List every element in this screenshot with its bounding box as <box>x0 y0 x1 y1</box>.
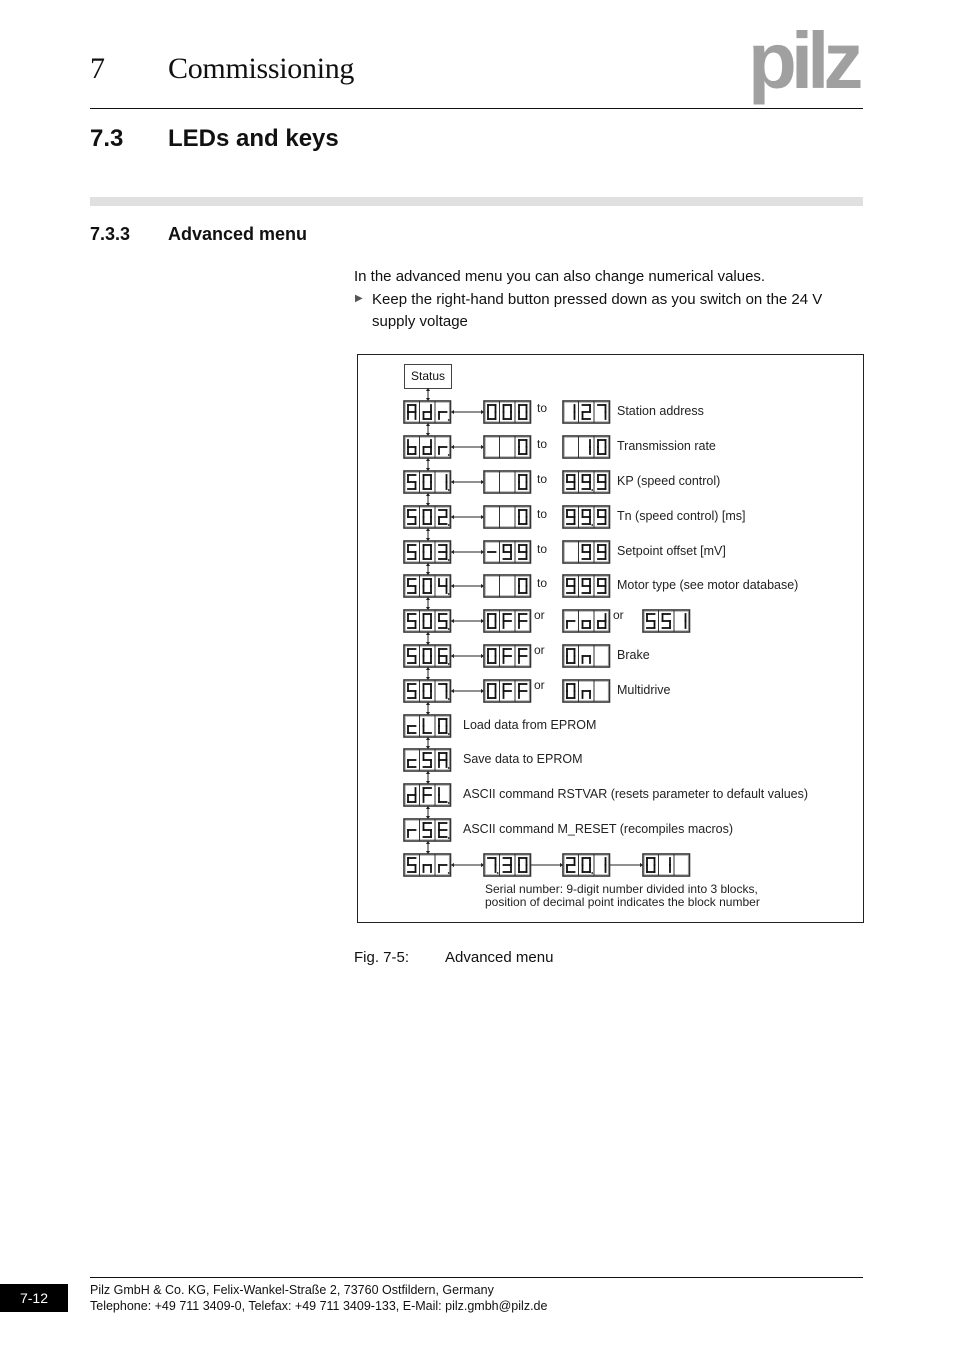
arrowhead-icon <box>451 862 454 868</box>
range-to-display <box>562 540 611 564</box>
menu-code-display <box>403 470 452 494</box>
range-separator: to <box>537 401 548 415</box>
range-to-display <box>562 644 611 668</box>
footer-address: Pilz GmbH & Co. KG, Felix-Wankel-Straße … <box>90 1283 494 1297</box>
parameter-description: Brake <box>617 648 650 662</box>
parameter-description: Motor type (see motor database) <box>617 578 799 592</box>
range-to-display <box>562 679 611 703</box>
parameter-description: Tn (speed control) [ms] <box>617 509 746 523</box>
range-to-display <box>562 505 611 529</box>
menu-code-display <box>403 400 452 424</box>
range-from-display <box>483 435 532 459</box>
range-separator: or <box>534 678 545 692</box>
figure-caption-title: Advanced menu <box>445 949 554 966</box>
range-from-display <box>483 470 532 494</box>
range-to-display <box>562 609 611 633</box>
arrowhead-icon <box>451 688 454 694</box>
menu-code-display <box>403 609 452 633</box>
serial-note-line-1: Serial number: 9-digit number divided in… <box>485 882 758 896</box>
arrowhead-icon <box>451 479 454 485</box>
menu-code-display <box>403 505 452 529</box>
option-separator: or <box>613 608 624 622</box>
parameter-description: Transmission rate <box>617 439 716 453</box>
parameter-description: KP (speed control) <box>617 474 721 488</box>
menu-code-display <box>403 853 452 877</box>
range-to-display <box>562 574 611 598</box>
menu-code-display <box>403 679 452 703</box>
range-separator: to <box>537 576 548 590</box>
range-from-display <box>483 609 532 633</box>
range-separator: to <box>537 507 548 521</box>
range-from-display <box>483 400 532 424</box>
range-from-display <box>483 574 532 598</box>
arrowhead-icon <box>451 549 454 555</box>
range-from-display <box>483 540 532 564</box>
menu-code-display <box>403 644 452 668</box>
command-description: ASCII command RSTVAR (resets parameter t… <box>463 787 809 801</box>
menu-code-display <box>403 435 452 459</box>
parameter-description: Setpoint offset [mV] <box>617 544 726 558</box>
serial-note-line-2: position of decimal point indicates the … <box>485 895 760 909</box>
footer-rule <box>90 1277 863 1278</box>
range-separator: to <box>537 542 548 556</box>
range-to-display <box>562 470 611 494</box>
arrowhead-icon <box>451 514 454 520</box>
range-from-display <box>483 644 532 668</box>
arrowhead-icon <box>451 653 454 659</box>
range-from-display <box>483 505 532 529</box>
arrowhead-icon <box>425 388 431 391</box>
menu-code-display <box>403 714 452 738</box>
serial-block-2 <box>562 853 611 877</box>
command-description: Save data to EPROM <box>463 752 583 766</box>
command-description: ASCII command M_RESET (recompiles macros… <box>463 822 733 836</box>
option-display <box>642 609 691 633</box>
serial-block-3 <box>642 853 691 877</box>
footer-contact: Telephone: +49 711 3409-0, Telefax: +49 … <box>90 1299 548 1313</box>
menu-diagram <box>403 388 691 877</box>
arrowhead-icon <box>451 409 454 415</box>
arrowhead-icon <box>451 583 454 589</box>
range-separator: to <box>537 472 548 486</box>
menu-code-display <box>403 818 452 842</box>
range-to-display <box>562 435 611 459</box>
range-separator: to <box>537 437 548 451</box>
parameter-description: Multidrive <box>617 683 671 697</box>
menu-code-display <box>403 748 452 772</box>
arrowhead-icon <box>451 444 454 450</box>
range-to-display <box>562 400 611 424</box>
page-number: 7-12 <box>0 1284 68 1312</box>
range-separator: or <box>534 608 545 622</box>
menu-code-display <box>403 540 452 564</box>
command-description: Load data from EPROM <box>463 718 597 732</box>
menu-code-display <box>403 574 452 598</box>
range-from-display <box>483 679 532 703</box>
serial-block-1 <box>483 853 532 877</box>
arrowhead-icon <box>451 618 454 624</box>
parameter-description: Station address <box>617 404 704 418</box>
range-separator: or <box>534 643 545 657</box>
figure-caption-number: Fig. 7-5: <box>354 949 410 966</box>
menu-code-display <box>403 783 452 807</box>
